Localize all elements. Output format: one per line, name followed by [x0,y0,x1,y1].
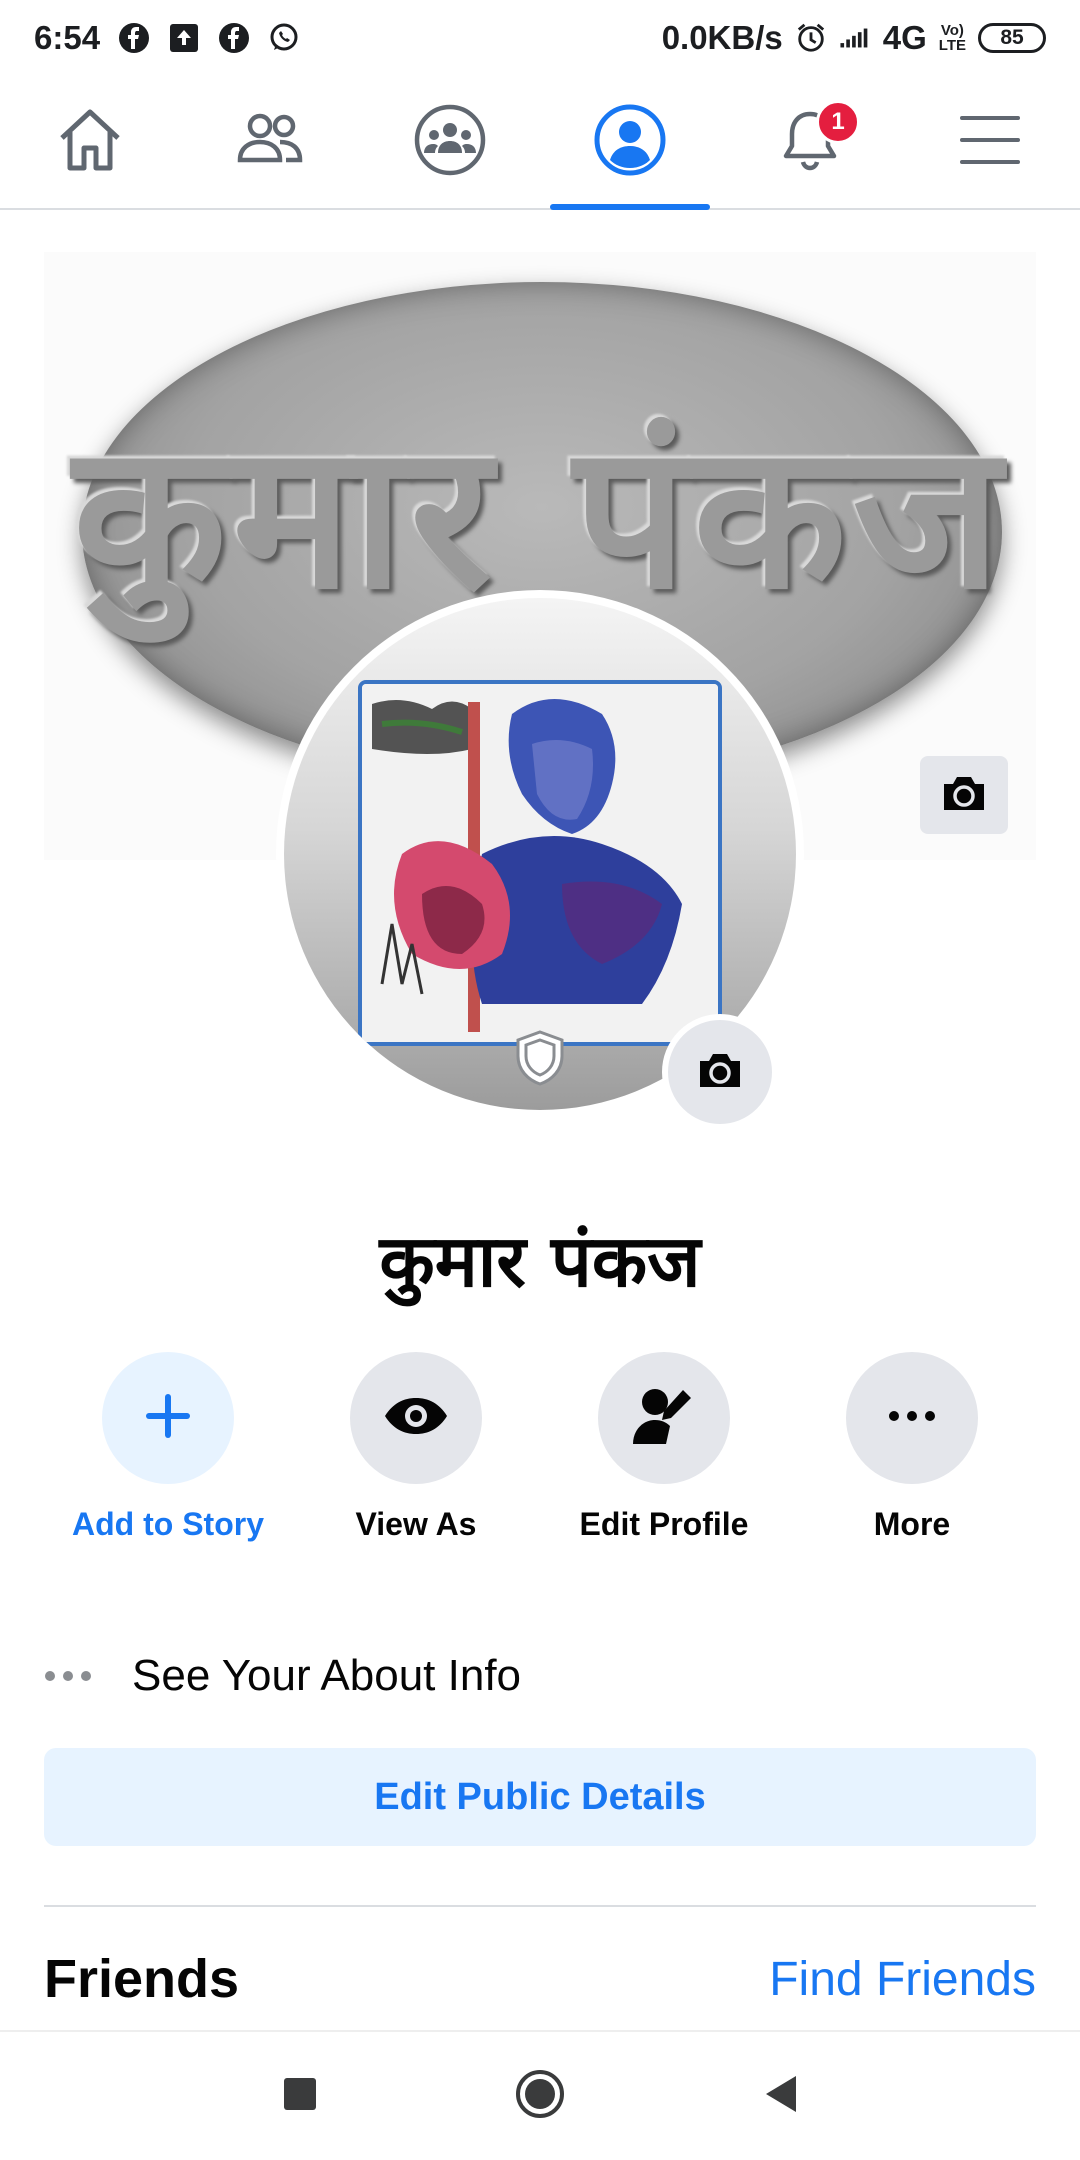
friends-section-title: Friends [44,1949,240,2009]
find-friends-link[interactable]: Find Friends [769,1952,1036,2007]
eye-icon [383,1396,449,1441]
home-icon [54,104,126,181]
see-about-info-row[interactable]: See Your About Info [44,1640,1036,1712]
volte-top: Vo) [940,22,964,39]
tab-menu[interactable] [900,76,1080,208]
network-type: 4G [882,19,927,56]
edit-profile-circle[interactable] [598,1352,730,1484]
back-triangle-icon [762,2074,798,2119]
friends-icon [234,104,306,181]
edit-profile-button[interactable]: Edit Profile [540,1352,788,1543]
add-to-story-button[interactable]: Add to Story [44,1352,292,1543]
tab-friends[interactable] [180,76,360,208]
alarm-icon [795,22,827,54]
tab-groups[interactable] [360,76,540,208]
add-to-story-circle[interactable] [102,1352,234,1484]
edit-profile-icon [631,1386,697,1451]
volte-bottom: LTE [938,37,966,54]
square-icon [282,2076,318,2117]
system-nav-bar [0,2030,1080,2160]
more-dots-icon [888,1409,936,1427]
status-bar: 6:54 0.0KB/s 4G Vo) LTE 85 [0,0,1080,76]
volte-indicator: Vo) LTE [939,23,966,53]
facebook-icon [218,22,250,54]
status-time: 6:54 [34,19,101,56]
top-nav: 1 [0,76,1080,210]
groups-icon [413,103,487,182]
edit-profile-picture-button[interactable] [662,1014,778,1130]
section-divider [44,1905,1036,1907]
more-dots-icon [44,1670,96,1682]
facebook-icon [118,22,150,54]
menu-icon [958,112,1022,173]
more-circle[interactable] [846,1352,978,1484]
upload-icon [168,22,200,54]
profile-actions: Add to Story View As Edit Profile More [44,1352,1036,1543]
profile-icon [593,103,667,182]
tab-profile[interactable] [540,76,720,210]
whatsapp-icon [268,22,300,54]
tab-home[interactable] [0,76,180,208]
portrait-artwork [358,680,722,1046]
more-label[interactable]: More [874,1506,950,1543]
plus-icon [144,1392,192,1445]
edit-public-details-button[interactable]: Edit Public Details [44,1748,1036,1846]
more-button[interactable]: More [788,1352,1036,1543]
profile-guard-shield-icon [512,1030,568,1086]
signal-icon [839,22,871,54]
battery-indicator: 85 [978,23,1046,53]
edit-profile-label[interactable]: Edit Profile [580,1506,749,1543]
edit-cover-photo-button[interactable] [920,756,1008,834]
view-as-label[interactable]: View As [356,1506,477,1543]
camera-icon [940,772,988,819]
notification-badge: 1 [816,100,860,144]
network-speed: 0.0KB/s [661,19,783,56]
profile-name: कुमार पंकज [379,1219,701,1303]
see-about-info-label[interactable]: See Your About Info [132,1651,521,1701]
add-to-story-label[interactable]: Add to Story [72,1506,264,1543]
view-as-circle[interactable] [350,1352,482,1484]
home-system-button[interactable] [510,2066,570,2126]
view-as-button[interactable]: View As [292,1352,540,1543]
tab-notifications[interactable]: 1 [720,76,900,208]
circle-home-icon [514,2068,566,2125]
back-button[interactable] [750,2066,810,2126]
camera-icon [696,1049,744,1096]
recent-apps-button[interactable] [270,2066,330,2126]
